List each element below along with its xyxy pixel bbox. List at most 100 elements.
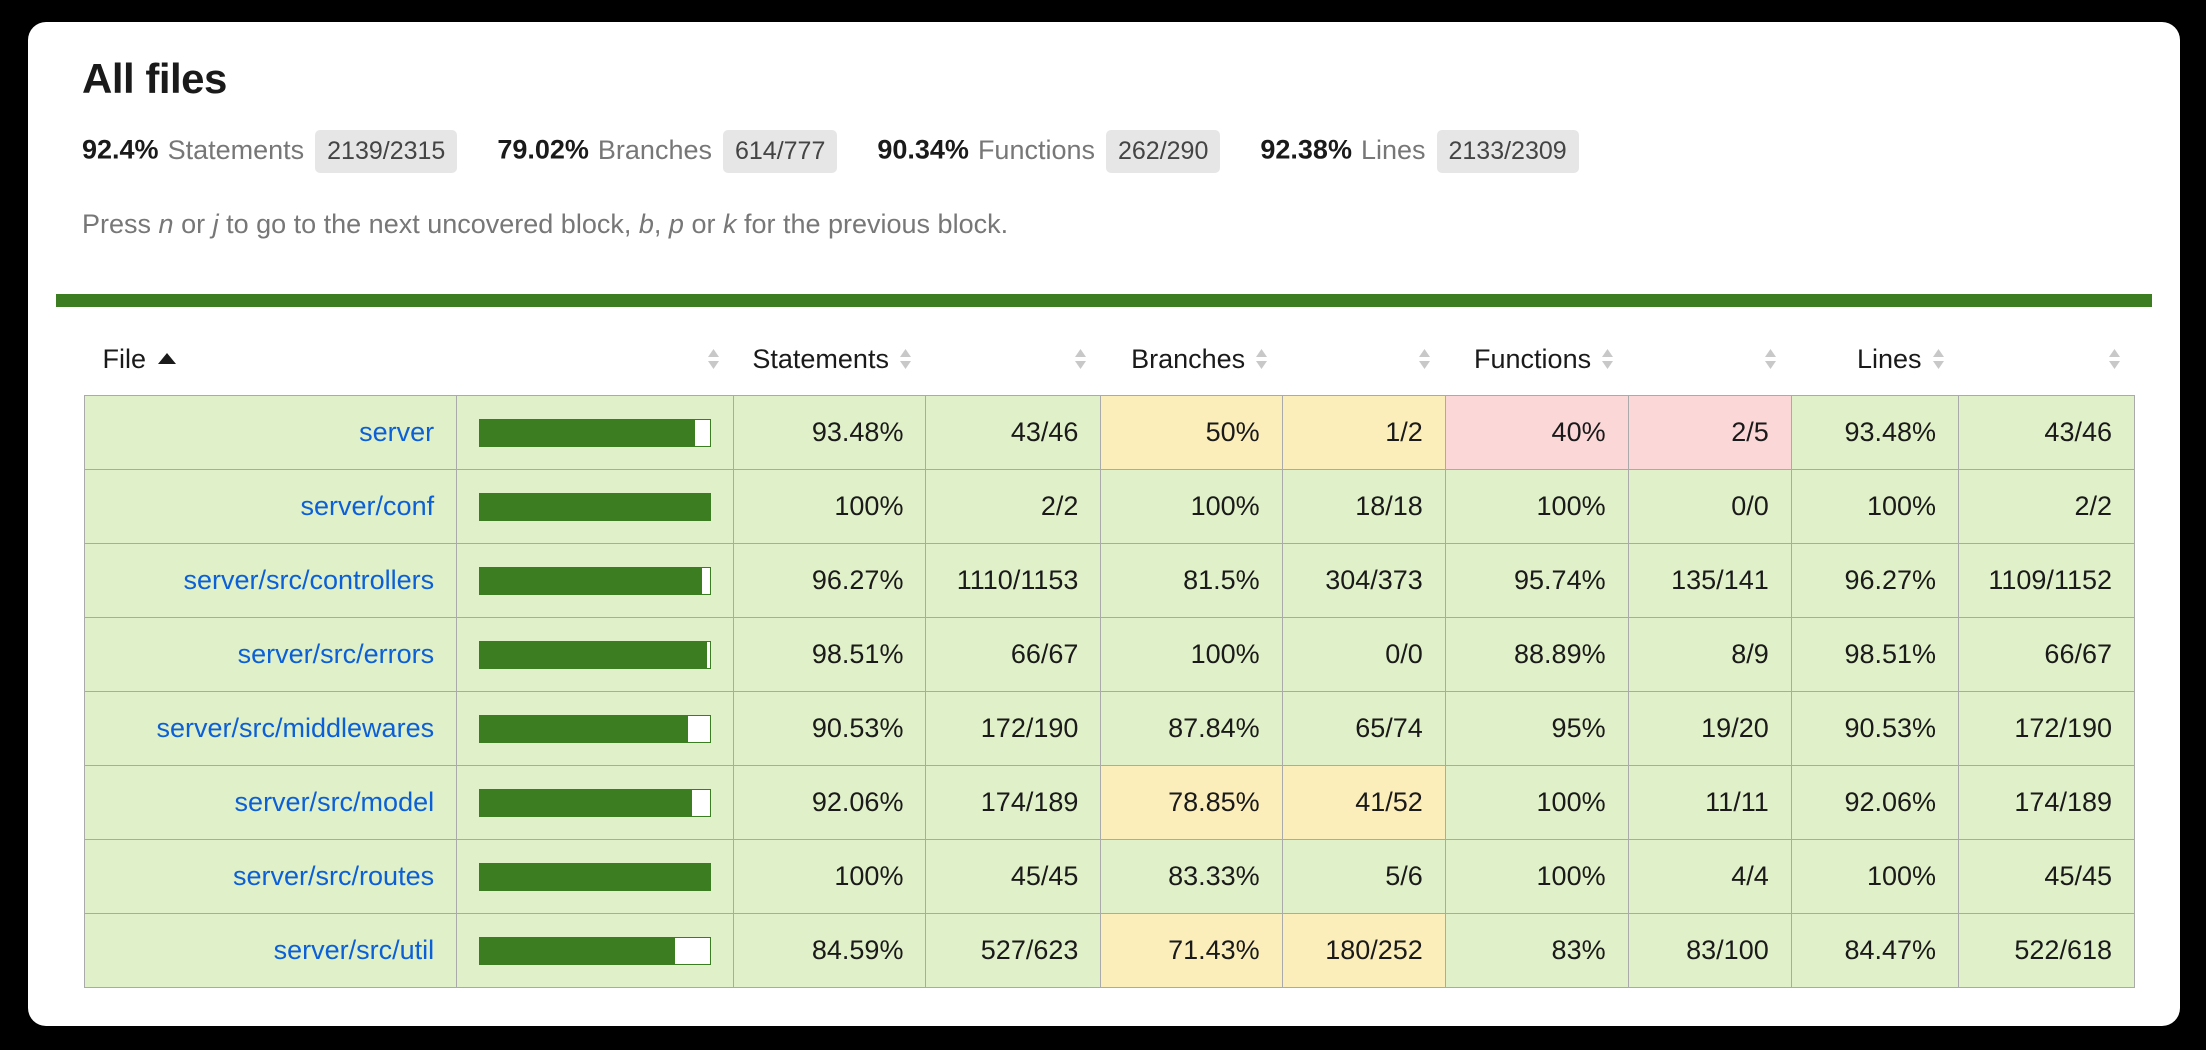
coverage-progress-bar: [479, 862, 712, 891]
file-link[interactable]: server/src/model: [235, 787, 435, 817]
lines-pct-cell: 98.51%: [1790, 617, 1960, 692]
summary-label: Branches: [597, 134, 712, 165]
coverage-progress-fill: [480, 937, 675, 964]
coverage-bar-cell: [456, 395, 735, 470]
summary-label: Functions: [977, 134, 1095, 165]
summary-label: Statements: [167, 134, 305, 165]
coverage-progress-fill: [480, 493, 711, 520]
lines-abs-cell: 66/67: [1958, 617, 2135, 692]
column-header-functions[interactable]: Functions: [1445, 330, 1629, 396]
summary-stat-functions: 90.34% Functions 262/290: [877, 130, 1221, 174]
coverage-summary-stats: 92.4% Statements 2139/2315 79.02% Branches 61…: [82, 130, 2180, 174]
file-link[interactable]: server/src/routes: [233, 861, 434, 891]
statements-abs-cell: 1110/1153: [925, 543, 1102, 618]
hint-part-5: or: [683, 209, 723, 240]
hint-part-4: ,: [653, 209, 669, 240]
column-header-branches-label: Branches: [1131, 344, 1246, 374]
coverage-progress-fill: [480, 641, 707, 668]
coverage-bar-cell: [456, 765, 735, 840]
sort-toggle-icon[interactable]: [1074, 347, 1087, 371]
functions-abs-cell: 83/100: [1627, 913, 1792, 988]
file-link[interactable]: server/src/controllers: [184, 565, 435, 595]
coverage-bar-cell: [456, 469, 735, 544]
sort-toggle-icon[interactable]: [1255, 347, 1268, 371]
column-header-statements-abs[interactable]: [925, 330, 1101, 396]
coverage-bar-cell: [456, 617, 735, 692]
coverage-progress-fill: [480, 567, 702, 594]
column-header-lines-abs[interactable]: [1958, 330, 2135, 396]
coverage-progress-bar: [479, 936, 712, 965]
functions-pct-cell: 83%: [1444, 913, 1629, 988]
column-header-statements[interactable]: Statements: [733, 330, 926, 396]
summary-fraction: 2133/2309: [1436, 130, 1579, 174]
functions-abs-cell: 4/4: [1627, 839, 1792, 914]
file-cell: server/src/model: [83, 765, 458, 840]
coverage-progress-bar: [479, 418, 712, 447]
branches-abs-cell: 18/18: [1281, 469, 1446, 544]
functions-abs-cell: 11/11: [1627, 765, 1792, 840]
summary-fraction: 262/290: [1106, 130, 1221, 174]
coverage-table-container: File Statements Branches Functions Lines…: [83, 330, 2135, 988]
file-cell: server/src/errors: [83, 617, 458, 692]
branches-pct-cell: 81.5%: [1100, 543, 1283, 618]
coverage-progress-fill: [480, 789, 692, 816]
statements-pct-cell: 84.59%: [733, 913, 927, 988]
functions-pct-cell: 40%: [1444, 395, 1629, 470]
branches-pct-cell: 78.85%: [1100, 765, 1283, 840]
table-head: File Statements Branches Functions Lines: [84, 330, 2135, 396]
sort-toggle-icon[interactable]: [899, 347, 912, 371]
sort-toggle-icon[interactable]: [1932, 347, 1945, 371]
column-header-branches[interactable]: Branches: [1100, 330, 1283, 396]
column-header-file-label: File: [102, 344, 147, 374]
file-link[interactable]: server/src/middlewares: [157, 713, 435, 743]
coverage-progress-bar: [479, 640, 712, 669]
functions-abs-cell: 8/9: [1627, 617, 1792, 692]
statements-pct-cell: 90.53%: [733, 691, 927, 766]
table-row: server/conf 100% 2/2 100% 18/18 100% 0/0 100% 2/…: [83, 469, 2135, 544]
sort-toggle-icon[interactable]: [2108, 347, 2121, 371]
statements-pct-cell: 92.06%: [733, 765, 927, 840]
column-header-lines[interactable]: Lines: [1791, 330, 1959, 396]
file-cell: server/src/controllers: [83, 543, 458, 618]
branches-abs-cell: 180/252: [1281, 913, 1446, 988]
table-row: server/src/model 92.06% 174/189 78.85% 41/52…: [83, 765, 2135, 840]
coverage-bar-cell: [456, 839, 735, 914]
table-row: server/src/errors 98.51% 66/67 100% 0/0 88.89…: [83, 617, 2135, 692]
lines-pct-cell: 92.06%: [1790, 765, 1960, 840]
lines-pct-cell: 84.47%: [1790, 913, 1960, 988]
statements-pct-cell: 93.48%: [733, 395, 927, 470]
coverage-bar-cell: [456, 543, 735, 618]
statements-abs-cell: 45/45: [925, 839, 1102, 914]
sort-ascending-icon: [158, 353, 177, 364]
hint-key-p: p: [668, 209, 684, 240]
branches-pct-cell: 83.33%: [1100, 839, 1283, 914]
statements-pct-cell: 98.51%: [733, 617, 927, 692]
sort-toggle-icon[interactable]: [1764, 347, 1777, 371]
branches-abs-cell: 0/0: [1281, 617, 1446, 692]
statements-abs-cell: 43/46: [925, 395, 1102, 470]
coverage-progress-bar: [479, 788, 712, 817]
column-header-lines-label: Lines: [1856, 344, 1922, 374]
sort-toggle-icon[interactable]: [707, 347, 720, 371]
file-link[interactable]: server/src/errors: [238, 639, 435, 669]
table-row: server/src/middlewares 90.53% 172/190 87.84…: [83, 691, 2135, 766]
column-header-branches-abs[interactable]: [1282, 330, 1446, 396]
lines-abs-cell: 2/2: [1958, 469, 2135, 544]
file-link[interactable]: server/conf: [301, 491, 435, 521]
file-link[interactable]: server/src/util: [274, 935, 435, 965]
column-header-file[interactable]: File: [84, 330, 457, 396]
sort-toggle-icon[interactable]: [1601, 347, 1614, 371]
summary-stat-statements: 92.4% Statements 2139/2315: [82, 130, 458, 174]
column-header-functions-abs[interactable]: [1628, 330, 1792, 396]
branches-abs-cell: 304/373: [1281, 543, 1446, 618]
functions-pct-cell: 95%: [1444, 691, 1629, 766]
coverage-bar-cell: [456, 691, 735, 766]
column-header-pic[interactable]: [456, 330, 734, 396]
lines-pct-cell: 90.53%: [1790, 691, 1960, 766]
table-row: server/src/routes 100% 45/45 83.33% 5/6 100% 4…: [83, 839, 2135, 914]
summary-percent: 79.02%: [497, 134, 589, 165]
coverage-progress-fill: [480, 863, 711, 890]
functions-abs-cell: 135/141: [1627, 543, 1792, 618]
sort-toggle-icon[interactable]: [1418, 347, 1431, 371]
file-link[interactable]: server: [359, 417, 434, 447]
